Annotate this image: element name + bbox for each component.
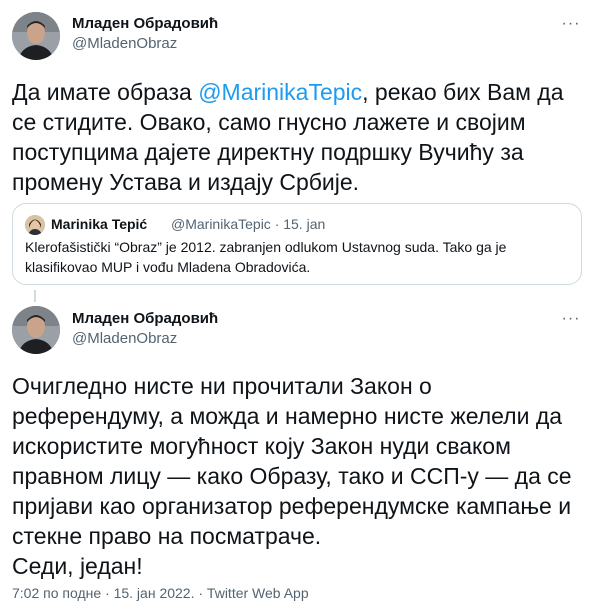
avatar[interactable] (12, 12, 60, 60)
author-name[interactable]: Младен Обрадовић (72, 14, 218, 34)
tweet-text: Очигледно нисте ни прочитали Закон о реф… (12, 371, 584, 581)
author-handle[interactable]: @MladenObraz (72, 34, 177, 54)
tweet-text-body: Очигледно нисте ни прочитали Закон о реф… (12, 373, 572, 549)
avatar[interactable] (12, 306, 60, 354)
quoted-tweet[interactable]: Marinika Tepić @MarinikaTepic · 15. jan … (12, 203, 582, 285)
more-horizontal-icon[interactable]: ··· (560, 309, 582, 329)
tweet-text-closing: Седи, један! (12, 553, 143, 579)
author-name[interactable]: Младен Обрадовић (72, 309, 218, 329)
tweet-text-start: Да имате образа (12, 79, 199, 105)
tweet-timestamp[interactable]: 7:02 по подне · 15. јан 2022. · Twitter … (12, 583, 309, 603)
mention-link[interactable]: @MarinikaTepic (198, 79, 362, 105)
more-horizontal-icon[interactable]: ··· (560, 14, 582, 34)
quote-avatar[interactable] (25, 215, 45, 235)
quote-author-name[interactable]: Marinika Tepić (51, 214, 147, 234)
quote-text: Klerofašistički “Obraz” je 2012. zabranj… (25, 239, 507, 275)
tweet-text: Да имате образа @MarinikaTepic, рекао би… (12, 77, 584, 197)
thread-connector (34, 290, 36, 302)
author-handle[interactable]: @MladenObraz (72, 329, 177, 349)
quote-meta: @MarinikaTepic · 15. jan (171, 216, 326, 232)
